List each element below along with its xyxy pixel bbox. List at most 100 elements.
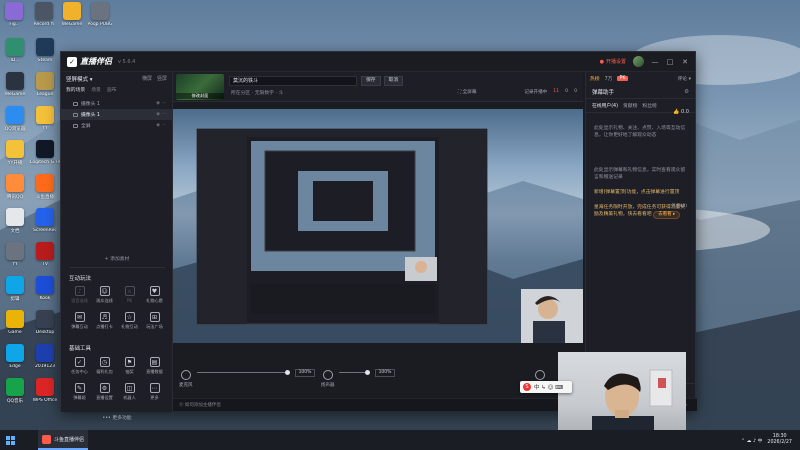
- comments-dropdown[interactable]: 评论 ▾: [677, 75, 691, 82]
- desktop-icon[interactable]: 文档: [1, 208, 29, 234]
- ime-toolbar[interactable]: S 中 ↳ ☺ ⌨: [520, 381, 572, 393]
- desktop-icon[interactable]: TV: [31, 242, 59, 267]
- add-source-button[interactable]: + 添加素材: [61, 255, 173, 262]
- avatar[interactable]: [633, 56, 644, 67]
- speaker-control[interactable]: 扬声器: [321, 370, 335, 388]
- mic-volume-slider[interactable]: [197, 370, 290, 375]
- mode-selector[interactable]: 竖屏模式 ▾: [66, 75, 93, 83]
- speaker-volume-slider[interactable]: [339, 370, 370, 375]
- desktop-icon[interactable]: Desktop: [31, 310, 59, 335]
- desktop-icon[interactable]: 剪辑: [1, 276, 29, 302]
- desktop-icon[interactable]: Poqp PUBG: [86, 2, 114, 27]
- tool-button[interactable]: ⋯ 更多: [142, 383, 167, 401]
- cover-thumbnail[interactable]: 修改封面: [176, 74, 224, 100]
- fullscreen-button[interactable]: ⛶ 全屏幕: [458, 89, 476, 95]
- tool-button[interactable]: ✉ 弹幕互动: [67, 312, 92, 330]
- more-functions-button[interactable]: ••• 更多功能: [61, 414, 173, 421]
- recording-status[interactable]: 记录开播中: [524, 89, 547, 95]
- tool-button[interactable]: ◷ 福利礼包: [92, 357, 117, 375]
- logo-icon: ✓: [67, 56, 77, 67]
- tab-fans[interactable]: 粉丝榜: [642, 102, 656, 109]
- desktop-icon[interactable]: Record Yi: [30, 2, 58, 27]
- tool-button[interactable]: ☆ 礼物互动: [117, 312, 142, 330]
- tool-button[interactable]: ☺ 观众连线: [92, 286, 117, 304]
- slider-knob[interactable]: [285, 370, 290, 375]
- help-hint[interactable]: ⓪ 如何添加主播伴侣: [179, 402, 221, 408]
- pk-badge[interactable]: PK: [617, 76, 628, 81]
- desktop-icon[interactable]: WeGame: [58, 2, 86, 27]
- desktop-icon-label: YY: [42, 126, 48, 131]
- mic-control[interactable]: 麦克风: [179, 370, 193, 388]
- left-panel: 竖屏模式 ▾ 横屏 竖屏 我的场景 场景 画布 摄像头 1 ◉ ⋯ 摄像头 1 …: [61, 72, 173, 421]
- desktop-icon[interactable]: QQ音乐: [1, 378, 29, 404]
- desktop-icon[interactable]: Logitech G HUB: [30, 140, 60, 165]
- go-see-button[interactable]: 去看看 ▸: [653, 211, 681, 219]
- app-name: 直播伴侣: [80, 57, 112, 66]
- desktop-icon[interactable]: Edge: [1, 344, 29, 369]
- tool-button[interactable]: ⊞ 玩法广场: [142, 312, 167, 330]
- desktop-icon[interactable]: ID...: [1, 38, 29, 63]
- eye-icon[interactable]: ◉ ⋯: [156, 123, 166, 128]
- tool-button[interactable]: ✓ 任务中心: [67, 357, 92, 375]
- like-count: 👍 0.0: [673, 109, 689, 115]
- app-icon: [36, 344, 54, 362]
- scene-status: 记录开播中 11 0 0: [524, 89, 577, 95]
- windows-start-icon[interactable]: [0, 430, 20, 450]
- tool-button[interactable]: ♥ 礼物心愿: [142, 286, 167, 304]
- eye-icon[interactable]: ◉ ⋯: [156, 112, 166, 117]
- gear-icon[interactable]: ⚙: [684, 89, 689, 95]
- preview-canvas[interactable]: [173, 109, 583, 343]
- desktop-icon[interactable]: ScreenRec: [31, 208, 59, 233]
- desktop-icon[interactable]: League: [31, 72, 59, 97]
- room-title-field[interactable]: 莫沉的铁斗: [229, 76, 357, 86]
- live-settings-button[interactable]: ● 开播设置: [600, 58, 626, 66]
- tool-button[interactable]: ⚙ 直播设置: [92, 383, 117, 401]
- tool-label: 点播打卡: [96, 324, 113, 329]
- eye-icon[interactable]: ◉ ⋯: [156, 101, 166, 106]
- tab-my-scenes[interactable]: 我的场景: [66, 86, 85, 93]
- tool-button[interactable]: ♬ 点播打卡: [92, 312, 117, 330]
- tool-button[interactable]: ♪ 语音连线: [67, 286, 92, 304]
- desktop-icon[interactable]: YY开播: [1, 140, 29, 166]
- desktop-icon[interactable]: WeGame: [1, 72, 29, 97]
- category-label[interactable]: 所在分区 · 无限数字 · 斗: [231, 89, 283, 96]
- desktop-icon[interactable]: Game: [1, 310, 29, 335]
- minimize-icon[interactable]: —: [651, 58, 659, 66]
- tab-scenes[interactable]: 场景: [91, 86, 101, 93]
- mic-volume-value[interactable]: 100%: [295, 369, 315, 377]
- close-icon[interactable]: ✕: [681, 58, 689, 66]
- tool-button[interactable]: ◫ 机器人: [117, 383, 142, 401]
- landscape-tab[interactable]: 横屏: [142, 75, 152, 82]
- desktop-icon[interactable]: YY: [31, 106, 59, 131]
- tool-button[interactable]: ⚔ PK: [117, 286, 142, 304]
- speaker-volume-value[interactable]: 100%: [375, 369, 395, 377]
- desktop-icon[interactable]: WPS Office: [31, 378, 59, 403]
- desktop-icon[interactable]: 斗鱼直播: [31, 174, 59, 200]
- desktop-icon[interactable]: 腾讯QQ: [1, 174, 29, 200]
- tool-button[interactable]: ⚑ 抽奖: [117, 357, 142, 375]
- hot-rank-link[interactable]: 热榜: [590, 75, 600, 82]
- cancel-button[interactable]: 取消: [383, 76, 404, 86]
- slider-knob[interactable]: [365, 370, 370, 375]
- desktop-icon[interactable]: QQ浏览器: [1, 106, 29, 132]
- portrait-tab[interactable]: 竖屏: [157, 75, 167, 82]
- desktop-icon[interactable]: 2019123: [31, 344, 59, 369]
- tool-button[interactable]: ▤ 直播数据: [142, 357, 167, 375]
- tab-canvas[interactable]: 画布: [107, 86, 117, 93]
- tool-button[interactable]: ✎ 弹幕姬: [67, 383, 92, 401]
- list-item[interactable]: 摄像头 1 ◉ ⋯: [61, 109, 172, 120]
- tray-icons[interactable]: ⌃ ☁ ♪ 中: [741, 437, 762, 444]
- desktop-icon[interactable]: Steam: [31, 38, 59, 63]
- clock[interactable]: 18:30 2026/2/27: [767, 434, 792, 446]
- desktop-icon[interactable]: Kook: [31, 276, 59, 301]
- desktop-icon[interactable]: Fig..: [0, 2, 28, 27]
- list-item[interactable]: 全屏 ◉ ⋯: [61, 120, 172, 131]
- desktop-icon[interactable]: YY: [1, 242, 29, 267]
- list-item[interactable]: 摄像头 1 ◉ ⋯: [61, 98, 172, 109]
- tool-label: 直播数据: [146, 369, 163, 374]
- tab-contribution[interactable]: 贡献榜: [623, 102, 637, 109]
- maximize-icon[interactable]: □: [666, 58, 674, 66]
- taskbar-app[interactable]: 斗鱼直播伴侣: [38, 430, 89, 450]
- save-button[interactable]: 保存: [361, 76, 381, 86]
- tab-online-users[interactable]: 在线用户(4): [592, 102, 618, 109]
